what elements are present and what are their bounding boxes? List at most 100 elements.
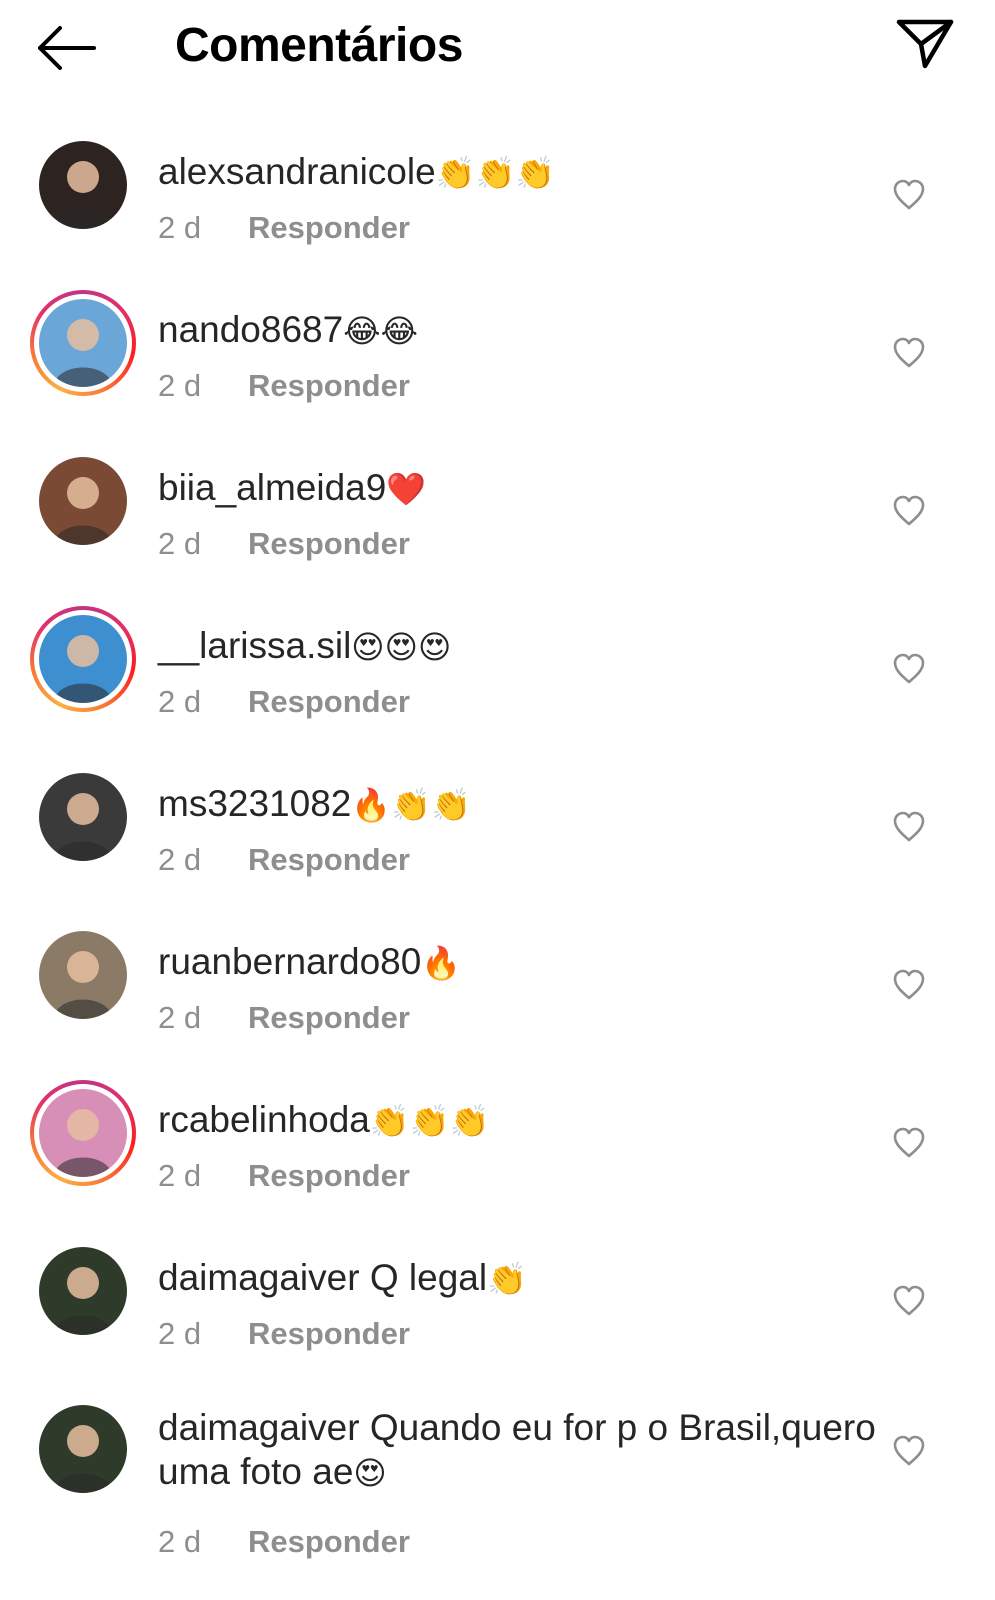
comment-time: 2 d: [158, 842, 202, 877]
like-button[interactable]: [892, 494, 926, 528]
avatar[interactable]: [28, 1394, 138, 1504]
heart-outline-icon: [893, 653, 925, 684]
avatar-image: [39, 1405, 127, 1493]
avatar-photo: [39, 457, 127, 545]
avatar-photo: [39, 299, 127, 387]
comment-emoji: 🔥: [421, 944, 462, 982]
comment-username[interactable]: nando8687: [158, 309, 343, 350]
comment-meta: 2 d Responder: [158, 366, 410, 406]
like-button[interactable]: [892, 810, 926, 844]
avatar[interactable]: [28, 1078, 138, 1188]
comment-text: daimagaiver Quando eu for p o Brasil,que…: [158, 1406, 878, 1495]
like-button[interactable]: [892, 178, 926, 212]
comment-meta: 2 d Responder: [158, 1314, 410, 1354]
avatar[interactable]: [28, 604, 138, 714]
like-button[interactable]: [892, 336, 926, 370]
like-button[interactable]: [892, 652, 926, 686]
heart-outline-icon: [893, 1435, 925, 1466]
avatar-image: [39, 773, 127, 861]
comment-time: 2 d: [158, 1316, 202, 1351]
header-bar: Comentários: [0, 0, 995, 95]
comment-meta: 2 d Responder: [158, 524, 410, 564]
comment-meta: 2 d Responder: [158, 208, 410, 248]
comment-time: 2 d: [158, 1524, 202, 1559]
reply-button[interactable]: Responder: [248, 1000, 410, 1035]
reply-button[interactable]: Responder: [248, 684, 410, 719]
comment-text: ruanbernardo80🔥: [158, 940, 878, 985]
reply-button[interactable]: Responder: [248, 210, 410, 245]
avatar-image: [39, 299, 127, 387]
comment-meta: 2 d Responder: [158, 998, 410, 1038]
comment-emoji: 👏👏👏: [435, 154, 556, 192]
like-button[interactable]: [892, 1126, 926, 1160]
comment-time: 2 d: [158, 1000, 202, 1035]
avatar-photo: [39, 931, 127, 1019]
comment-username[interactable]: daimagaiver: [158, 1257, 360, 1298]
comment-meta: 2 d Responder: [158, 682, 410, 722]
like-button[interactable]: [892, 1434, 926, 1468]
comment-emoji: 🔥👏👏: [351, 786, 471, 824]
comment-text: nando8687😂😂: [158, 308, 878, 353]
comment-emoji: 👏👏👏: [369, 1102, 490, 1140]
comment-username[interactable]: __larissa.sil: [158, 625, 351, 666]
comment-time: 2 d: [158, 368, 202, 403]
like-button[interactable]: [892, 968, 926, 1002]
comment-body: Q legal: [359, 1257, 488, 1298]
page-title: Comentários: [175, 19, 463, 72]
share-button[interactable]: [895, 16, 955, 72]
avatar[interactable]: [28, 446, 138, 556]
avatar-photo: [39, 141, 127, 229]
avatar-image: [39, 141, 127, 229]
avatar-photo: [39, 615, 127, 703]
comment-emoji: 😍😍😍: [351, 628, 452, 666]
avatar-image: [39, 457, 127, 545]
reply-button[interactable]: Responder: [248, 368, 410, 403]
heart-outline-icon: [893, 495, 925, 526]
avatar[interactable]: [28, 288, 138, 398]
avatar[interactable]: [28, 1236, 138, 1346]
comment-emoji: 😂😂: [343, 312, 418, 350]
comment-username[interactable]: biia_almeida9: [158, 467, 386, 508]
heart-outline-icon: [893, 969, 925, 1000]
comment-text: __larissa.sil😍😍😍: [158, 624, 878, 669]
comment-username[interactable]: ms3231082: [158, 783, 351, 824]
avatar-image: [39, 615, 127, 703]
arrow-left-icon: [38, 26, 96, 70]
avatar-photo: [39, 1089, 127, 1177]
heart-outline-icon: [893, 1285, 925, 1316]
comment-username[interactable]: daimagaiver: [158, 1407, 360, 1448]
reply-button[interactable]: Responder: [248, 1316, 410, 1351]
comment-time: 2 d: [158, 1158, 202, 1193]
comment-emoji: 😍: [353, 1454, 387, 1492]
avatar-image: [39, 1089, 127, 1177]
comment-text: biia_almeida9❤️: [158, 466, 878, 511]
reply-button[interactable]: Responder: [248, 1158, 410, 1193]
reply-button[interactable]: Responder: [248, 526, 410, 561]
avatar-photo: [39, 773, 127, 861]
comment-text: alexsandranicole👏👏👏: [158, 150, 878, 195]
avatar-photo: [39, 1405, 127, 1493]
reply-button[interactable]: Responder: [248, 842, 410, 877]
back-button[interactable]: [34, 22, 100, 74]
avatar-image: [39, 1247, 127, 1335]
avatar[interactable]: [28, 130, 138, 240]
comment-username[interactable]: ruanbernardo80: [158, 941, 421, 982]
comment-time: 2 d: [158, 210, 202, 245]
heart-outline-icon: [893, 337, 925, 368]
comment-time: 2 d: [158, 526, 202, 561]
comment-text: rcabelinhoda👏👏👏: [158, 1098, 878, 1143]
heart-outline-icon: [893, 811, 925, 842]
comment-username[interactable]: alexsandranicole: [158, 151, 436, 192]
paper-plane-icon: [896, 19, 954, 69]
avatar[interactable]: [28, 762, 138, 872]
reply-button[interactable]: Responder: [248, 1524, 410, 1559]
comment-meta: 2 d Responder: [158, 1156, 410, 1196]
avatar-photo: [39, 1247, 127, 1335]
comment-time: 2 d: [158, 684, 202, 719]
avatar[interactable]: [28, 920, 138, 1030]
comment-meta: 2 d Responder: [158, 840, 410, 880]
like-button[interactable]: [892, 1284, 926, 1318]
comment-text: daimagaiver Q legal👏: [158, 1256, 878, 1301]
comment-username[interactable]: rcabelinhoda: [158, 1099, 370, 1140]
comment-meta: 2 d Responder: [158, 1522, 410, 1562]
